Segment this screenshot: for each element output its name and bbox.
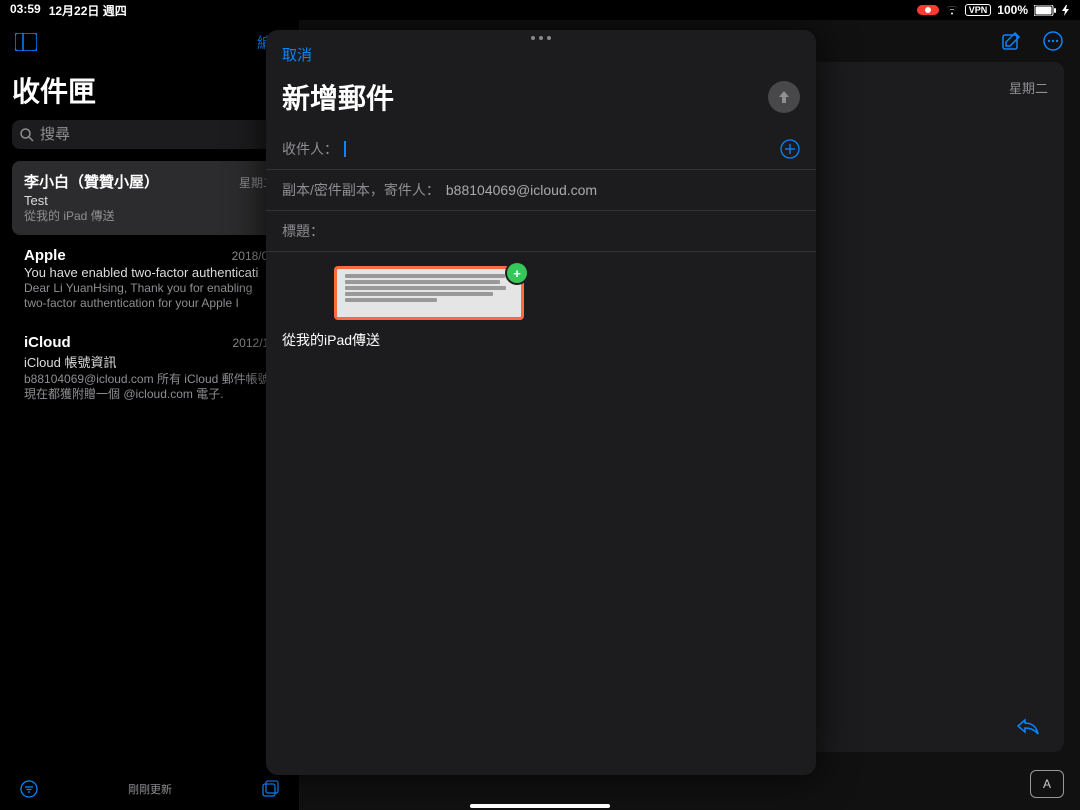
screen-record-pill[interactable]	[917, 5, 939, 15]
subject-field[interactable]: 標題：	[266, 211, 816, 252]
mail-item[interactable]: 李小白（贊贊小屋） 星期二 Test 從我的 iPad 傳送	[12, 161, 287, 235]
status-time: 03:59	[10, 2, 41, 19]
sidebar: 編輯 收件匣 李小白（贊贊小屋） 星期二 Test 從我的 iPad 傳送 Ap…	[0, 20, 300, 810]
subject-label: 標題：	[282, 221, 324, 241]
to-field[interactable]: 收件人：	[266, 129, 816, 170]
mail-sender: iCloud	[24, 334, 71, 351]
mail-subject: You have enabled two-factor authenticati	[24, 265, 275, 280]
search-icon	[20, 128, 34, 142]
mail-item[interactable]: Apple 2018/09 You have enabled two-facto…	[12, 237, 287, 322]
compose-sheet: 取消 新增郵件 收件人： 副本/密件副本，寄件人： b88104069@iclo…	[266, 30, 816, 775]
mail-preview: b88104069@icloud.com 所有 iCloud 郵件帳號現在都獲附…	[24, 372, 275, 403]
send-button[interactable]	[768, 81, 800, 113]
cc-field[interactable]: 副本/密件副本，寄件人： b88104069@icloud.com	[266, 170, 816, 211]
mail-sender: 李小白（贊贊小屋）	[24, 171, 159, 192]
sidebar-footer: 剛剛更新	[0, 778, 300, 800]
to-label: 收件人：	[282, 139, 338, 159]
updated-text: 剛剛更新	[40, 781, 260, 797]
signature-text: 從我的iPad傳送	[282, 330, 800, 350]
sidebar-toggle-icon[interactable]	[12, 28, 40, 56]
compose-icon[interactable]	[1000, 30, 1022, 52]
more-icon[interactable]	[1042, 30, 1064, 52]
text-cursor	[344, 141, 346, 157]
cc-value: b88104069@icloud.com	[446, 182, 597, 198]
cancel-button[interactable]: 取消	[282, 44, 312, 65]
compose-body[interactable]: + 從我的iPad傳送	[266, 252, 816, 775]
status-bar: 03:59 12月22日 週四 VPN 100%	[0, 0, 1080, 20]
add-contact-icon[interactable]	[780, 139, 800, 159]
mail-preview: Dear Li YuanHsing, Thank you for enablin…	[24, 281, 275, 312]
mail-sender: Apple	[24, 247, 66, 264]
keyboard-mode-indicator[interactable]: A	[1030, 770, 1064, 798]
filter-icon[interactable]	[18, 778, 40, 800]
cc-label: 副本/密件副本，寄件人：	[282, 180, 440, 200]
home-indicator[interactable]	[470, 804, 610, 808]
search-input[interactable]	[40, 126, 279, 143]
battery-icon	[1034, 5, 1056, 16]
battery-text: 100%	[997, 3, 1028, 17]
vpn-badge: VPN	[965, 4, 992, 16]
status-date: 12月22日 週四	[49, 2, 127, 19]
attachment-thumbnail[interactable]: +	[334, 266, 524, 320]
wifi-icon	[945, 5, 959, 15]
mail-item[interactable]: iCloud 2012/11 iCloud 帳號資訊 b88104069@icl…	[12, 324, 287, 413]
charging-icon	[1062, 5, 1070, 16]
sidebar-title: 收件匣	[12, 70, 287, 110]
add-attachment-badge[interactable]: +	[507, 263, 527, 283]
compose-title: 新增郵件	[282, 77, 394, 117]
mail-subject: Test	[24, 193, 275, 208]
mail-preview: 從我的 iPad 傳送	[24, 209, 275, 225]
windows-icon[interactable]	[260, 778, 282, 800]
search-box[interactable]	[12, 120, 287, 149]
mail-subject: iCloud 帳號資訊	[24, 352, 275, 371]
reply-icon[interactable]	[1016, 716, 1040, 736]
